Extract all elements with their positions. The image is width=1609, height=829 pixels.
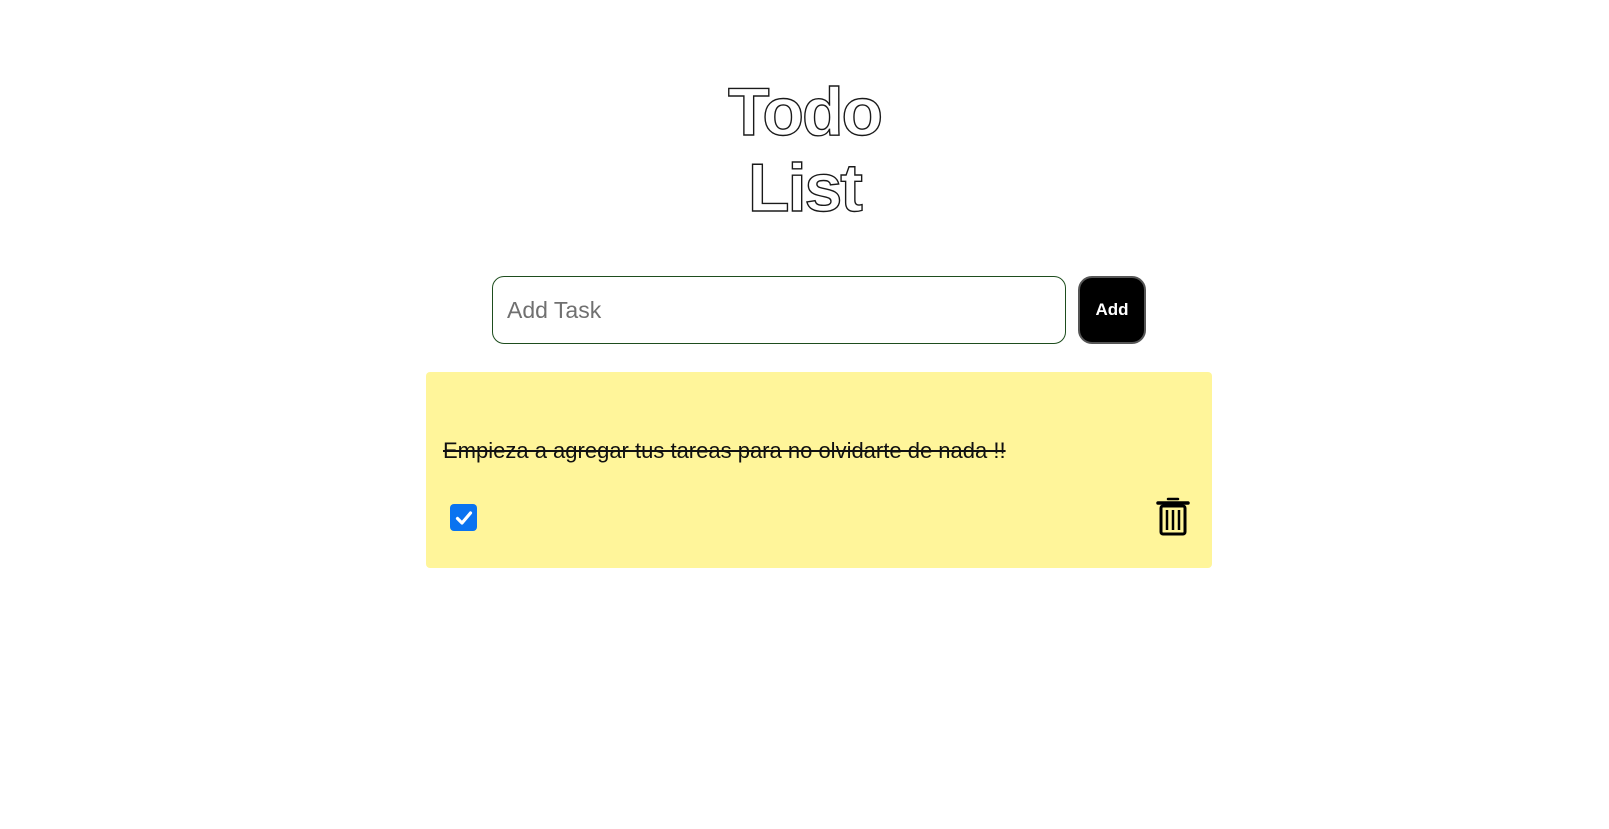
add-task-form: Add <box>492 276 1146 344</box>
add-task-button[interactable]: Add <box>1078 276 1146 344</box>
todo-app: Todo List Add Empieza a agregar tus tare… <box>0 0 1609 829</box>
title-line-1: Todo <box>727 73 884 150</box>
task-complete-checkbox[interactable] <box>450 504 477 531</box>
task-text: Empieza a agregar tus tareas para no olv… <box>443 438 1006 463</box>
task-card: Empieza a agregar tus tareas para no olv… <box>426 372 1212 568</box>
checkmark-icon <box>455 510 472 525</box>
title-line-2: List <box>747 149 863 226</box>
trash-icon <box>1156 497 1190 536</box>
delete-task-button[interactable] <box>1156 496 1190 536</box>
add-task-input[interactable] <box>492 276 1066 344</box>
page-title: Todo List <box>0 73 1609 226</box>
